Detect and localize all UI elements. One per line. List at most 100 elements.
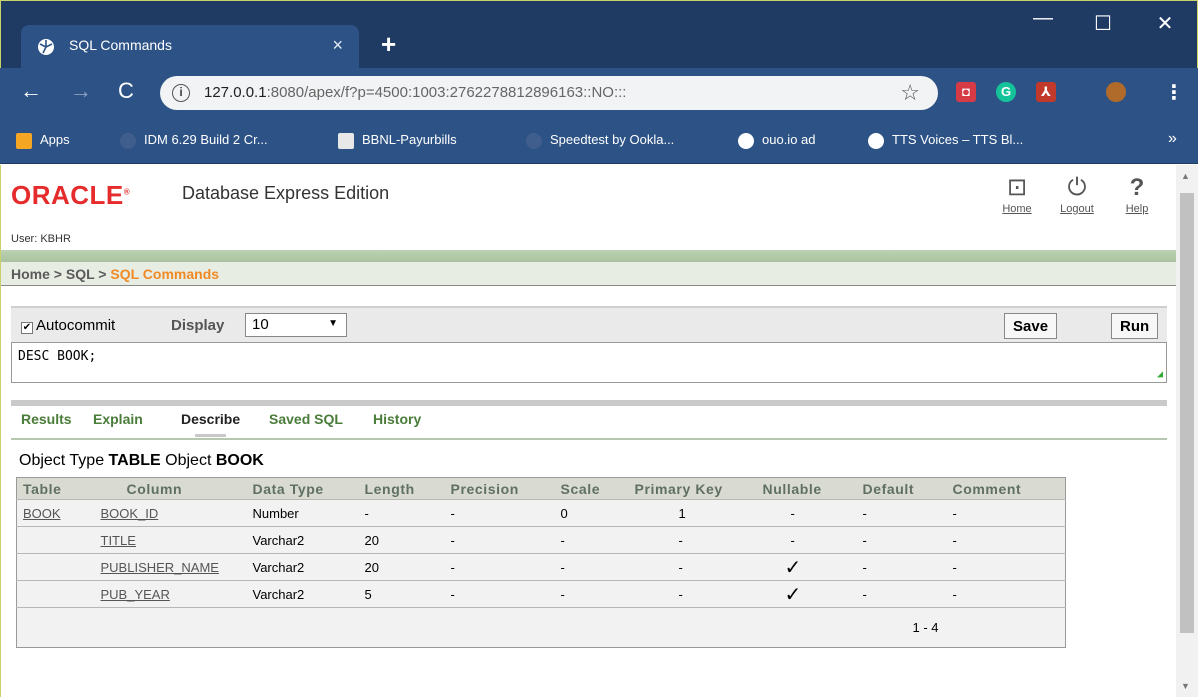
- sql-text: DESC BOOK;: [18, 349, 97, 364]
- reload-icon[interactable]: C: [118, 78, 134, 104]
- pocket-extension-icon[interactable]: ◘: [956, 82, 976, 102]
- oracle-logo: ORACLE®: [11, 180, 131, 210]
- command-bar: ✔ Autocommit Display 10 ▼ Save Run: [11, 306, 1167, 342]
- breadcrumb-current: SQL Commands: [110, 266, 220, 282]
- pdf-extension-icon[interactable]: ⅄: [1036, 82, 1056, 102]
- autocommit-checkbox[interactable]: ✔ Autocommit: [21, 317, 115, 334]
- home-icon: ⊡: [1006, 174, 1028, 201]
- bookmark-bbnl[interactable]: BBNL-Payurbills: [338, 132, 457, 149]
- new-tab-button[interactable]: +: [381, 31, 396, 57]
- column-link[interactable]: TITLE: [86, 526, 247, 554]
- apps-grid-icon: [16, 132, 32, 149]
- object-type-value: TABLE: [108, 452, 161, 469]
- browser-menu-icon[interactable]: ⋮: [1164, 80, 1184, 105]
- power-icon: ⏻: [1067, 174, 1087, 201]
- url-text: 127.0.0.1:8080/apex/f?p=4500:1003:276227…: [204, 84, 626, 101]
- display-label: Display: [171, 317, 225, 334]
- url-host: 127.0.0.1: [204, 84, 267, 101]
- scroll-up-icon[interactable]: ▲: [1181, 171, 1190, 181]
- col-header: Precision: [444, 477, 555, 500]
- scrollbar-thumb[interactable]: [1180, 193, 1194, 633]
- col-header: Data Type: [246, 477, 359, 500]
- checkmark-icon: ✓: [756, 580, 857, 608]
- table-link[interactable]: BOOK: [16, 499, 87, 527]
- table-row: PUBLISHER_NAME Varchar2 20 - - - ✓ - -: [16, 553, 1066, 581]
- forward-arrow-icon[interactable]: →: [70, 78, 92, 104]
- profile-avatar[interactable]: [1106, 82, 1126, 102]
- pagination-row: 1 - 4: [16, 607, 1066, 648]
- table-row: PUB_YEAR Varchar2 5 - - - ✓ - -: [16, 580, 1066, 608]
- breadcrumb: Home > SQL > SQL Commands: [1, 262, 1176, 286]
- close-window-button[interactable]: ✕: [1145, 11, 1185, 36]
- info-icon[interactable]: i: [172, 84, 190, 102]
- save-button[interactable]: Save: [1004, 313, 1058, 339]
- tab-title: SQL Commands: [69, 37, 172, 53]
- tab-explain[interactable]: Explain: [89, 406, 147, 432]
- bookmark-idm[interactable]: IDM 6.29 Build 2 Cr...: [120, 132, 268, 149]
- header-band: [1, 250, 1176, 262]
- browser-toolbar: ← → C i 127.0.0.1:8080/apex/f?p=4500:100…: [0, 68, 1198, 118]
- run-button[interactable]: Run: [1111, 313, 1159, 339]
- col-header: Table: [16, 477, 87, 500]
- result-tabs: Results Explain Describe Saved SQL Histo…: [11, 406, 1167, 440]
- tab-close-icon[interactable]: ×: [332, 35, 343, 56]
- home-link[interactable]: ⊡ Home: [995, 173, 1039, 215]
- globe-icon: [868, 132, 884, 149]
- table-row: BOOK BOOK_ID Number - - 0 1 - - -: [16, 499, 1066, 527]
- address-bar[interactable]: i 127.0.0.1:8080/apex/f?p=4500:1003:2762…: [160, 76, 938, 110]
- scroll-down-icon[interactable]: ▼: [1181, 681, 1190, 691]
- chevron-down-icon: ▼: [328, 318, 338, 329]
- tab-describe[interactable]: Describe: [177, 406, 244, 437]
- question-icon: ?: [1129, 174, 1145, 201]
- col-header: Length: [358, 477, 445, 500]
- bookmark-star-icon[interactable]: ☆: [900, 80, 920, 106]
- logout-link[interactable]: ⏻ Logout: [1055, 173, 1099, 215]
- page-scrollbar[interactable]: ▲ ▼: [1176, 165, 1198, 697]
- display-rows-select[interactable]: 10 ▼: [245, 313, 347, 337]
- bookmarks-bar: Apps IDM 6.29 Build 2 Cr... BBNL-Payurbi…: [0, 118, 1198, 164]
- pagination-label: 1 - 4: [16, 607, 947, 648]
- page-icon: [120, 132, 136, 149]
- column-link[interactable]: BOOK_ID: [86, 499, 247, 527]
- browser-titlebar: SQL Commands × + — ☐ ✕: [0, 0, 1198, 69]
- globe-icon: [38, 39, 54, 55]
- bbnl-icon: [338, 132, 354, 149]
- col-header: Comment: [946, 477, 1066, 500]
- column-link[interactable]: PUBLISHER_NAME: [86, 553, 247, 581]
- checkmark-icon: ✓: [756, 553, 857, 581]
- product-name: Database Express Edition: [182, 183, 390, 203]
- maximize-button[interactable]: ☐: [1083, 11, 1123, 36]
- table-row: TITLE Varchar2 20 - - - - - -: [16, 526, 1066, 554]
- page-icon: [526, 132, 542, 149]
- bookmark-tts[interactable]: TTS Voices – TTS Bl...: [868, 132, 1023, 149]
- object-info: Object Type TABLE Object BOOK: [19, 452, 264, 469]
- bookmark-apps[interactable]: Apps: [16, 132, 70, 149]
- object-name-value: BOOK: [215, 452, 264, 469]
- grammarly-extension-icon[interactable]: G: [996, 82, 1016, 102]
- tab-saved-sql[interactable]: Saved SQL: [265, 406, 347, 432]
- url-path: :8080/apex/f?p=4500:1003:276227881289616…: [266, 84, 627, 101]
- back-arrow-icon[interactable]: ←: [20, 78, 42, 104]
- minimize-button[interactable]: —: [1023, 7, 1063, 30]
- col-header: Primary Key: [628, 477, 757, 500]
- tab-history[interactable]: History: [369, 406, 425, 432]
- table-header-row: Table Column Data Type Length Precision …: [16, 477, 1066, 500]
- column-link[interactable]: PUB_YEAR: [86, 580, 247, 608]
- sql-editor[interactable]: DESC BOOK; ◢: [11, 342, 1167, 383]
- breadcrumb-sql[interactable]: SQL: [66, 266, 95, 282]
- user-label: User: KBHR: [11, 233, 71, 245]
- page-content: ORACLE® Database Express Edition User: K…: [0, 165, 1176, 697]
- help-link[interactable]: ? Help: [1115, 173, 1159, 215]
- bookmark-ouo[interactable]: ouo.io ad: [738, 132, 816, 149]
- globe-icon: [738, 132, 754, 149]
- col-header: Column: [86, 477, 247, 500]
- col-header: Default: [856, 477, 947, 500]
- tab-results[interactable]: Results: [17, 406, 76, 432]
- bookmarks-more-icon[interactable]: »: [1168, 130, 1177, 148]
- resize-grip-icon[interactable]: ◢: [1157, 369, 1163, 380]
- bookmark-speedtest[interactable]: Speedtest by Ookla...: [526, 132, 674, 149]
- breadcrumb-home[interactable]: Home: [11, 266, 50, 282]
- checkbox-check-icon[interactable]: ✔: [21, 322, 33, 334]
- describe-table: Table Column Data Type Length Precision …: [16, 477, 1066, 648]
- browser-tab[interactable]: SQL Commands ×: [21, 25, 359, 69]
